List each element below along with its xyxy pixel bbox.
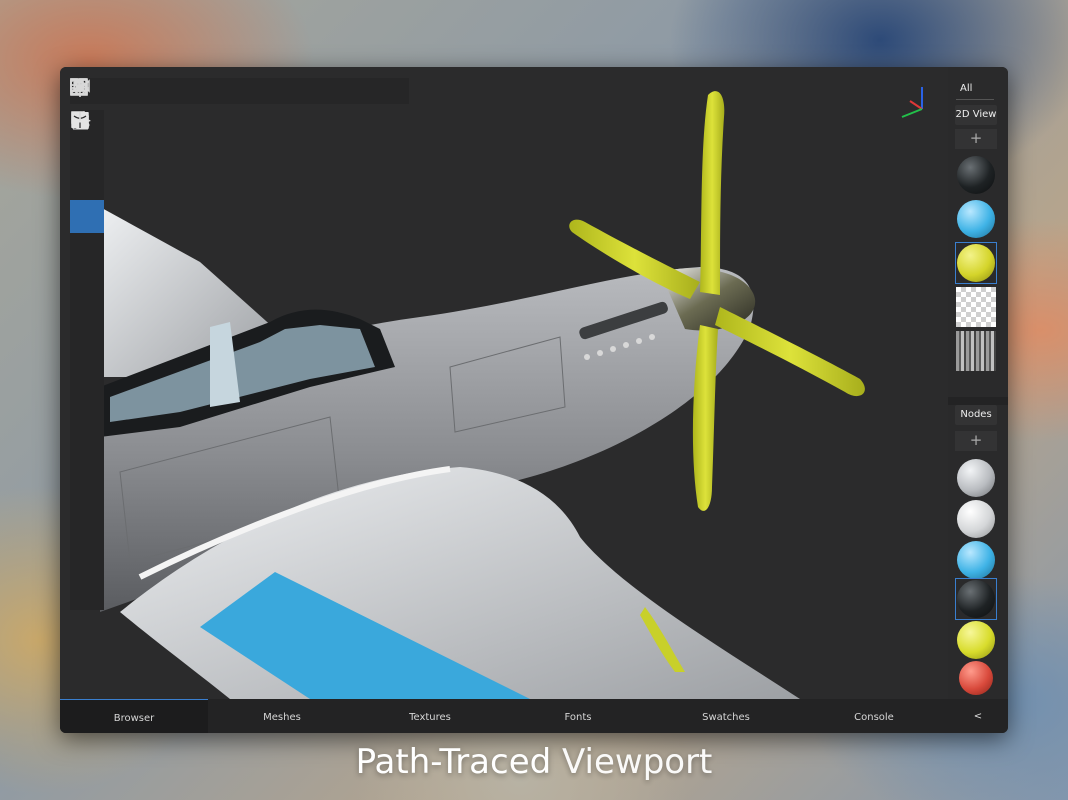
aircraft-render — [100, 87, 923, 699]
app-window: > All 2D View + Nodes + — [60, 67, 1008, 733]
filter-select[interactable]: All — [956, 79, 994, 100]
nodes-button[interactable]: Nodes — [955, 405, 997, 425]
axis-gizmo-icon[interactable] — [901, 87, 923, 118]
propeller-blade-right — [715, 307, 865, 397]
caption: Path-Traced Viewport — [0, 742, 1068, 782]
text-icon[interactable] — [70, 112, 104, 301]
caption-light: Viewport — [562, 742, 713, 782]
axis-icon[interactable] — [70, 112, 104, 605]
texture-swatch[interactable] — [955, 154, 997, 196]
undo-icon[interactable] — [72, 78, 370, 104]
tab-swatches[interactable]: Swatches — [652, 699, 800, 733]
tab-textures[interactable]: Textures — [356, 699, 504, 733]
smudge-icon[interactable] — [70, 112, 104, 403]
top-toolbar — [70, 78, 409, 104]
color-picker-icon[interactable] — [70, 110, 104, 504]
transform-icon[interactable] — [70, 111, 104, 335]
export-icon[interactable] — [71, 78, 205, 104]
left-toolbar: > — [70, 110, 104, 610]
depth-icon[interactable] — [70, 112, 104, 470]
tab-browser[interactable]: Browser — [60, 699, 208, 733]
add-material-button[interactable]: + — [955, 431, 997, 451]
collapse-panel-button[interactable]: < — [948, 699, 1008, 733]
propeller-blade-top — [700, 91, 725, 295]
add-texture-button[interactable]: + — [955, 129, 997, 149]
grid-icon[interactable] — [70, 78, 139, 104]
bottom-tab-bar: Browser Meshes Textures Fonts Swatches C… — [60, 699, 1008, 733]
import-icon[interactable] — [71, 78, 172, 104]
image-icon[interactable] — [70, 78, 238, 104]
material-swatch[interactable] — [955, 659, 997, 697]
texture-swatch-transparent[interactable] — [955, 286, 997, 328]
viewport-3d[interactable]: > — [60, 67, 948, 699]
panel-separator — [948, 397, 1008, 405]
brush-icon[interactable] — [70, 112, 104, 166]
material-swatch-selected[interactable] — [955, 578, 997, 620]
contrast-icon[interactable] — [70, 112, 104, 369]
caption-bold: Path-Traced — [355, 742, 552, 782]
material-icon[interactable] — [70, 112, 104, 572]
texture-swatch[interactable] — [955, 198, 997, 240]
material-swatch[interactable] — [955, 498, 997, 540]
right-panel: All 2D View + Nodes + — [948, 67, 1008, 699]
eraser-icon[interactable] — [70, 113, 104, 200]
texture-swatch-selected[interactable] — [955, 242, 997, 284]
sticker-icon[interactable] — [70, 113, 104, 267]
material-swatch[interactable] — [955, 457, 997, 499]
adjust-icon[interactable] — [70, 112, 104, 538]
2d-view-button[interactable]: 2D View — [955, 105, 997, 125]
fill-icon[interactable] — [70, 112, 104, 234]
settings-icon[interactable] — [71, 78, 271, 104]
splatter-icon[interactable] — [70, 112, 104, 436]
tab-fonts[interactable]: Fonts — [504, 699, 652, 733]
material-swatch[interactable] — [955, 539, 997, 581]
tab-meshes[interactable]: Meshes — [208, 699, 356, 733]
texture-swatch-noise[interactable] — [955, 330, 997, 372]
tab-console[interactable]: Console — [800, 699, 948, 733]
material-swatch[interactable] — [955, 619, 997, 661]
help-icon[interactable] — [70, 78, 337, 104]
video-camera-icon[interactable] — [70, 78, 304, 104]
